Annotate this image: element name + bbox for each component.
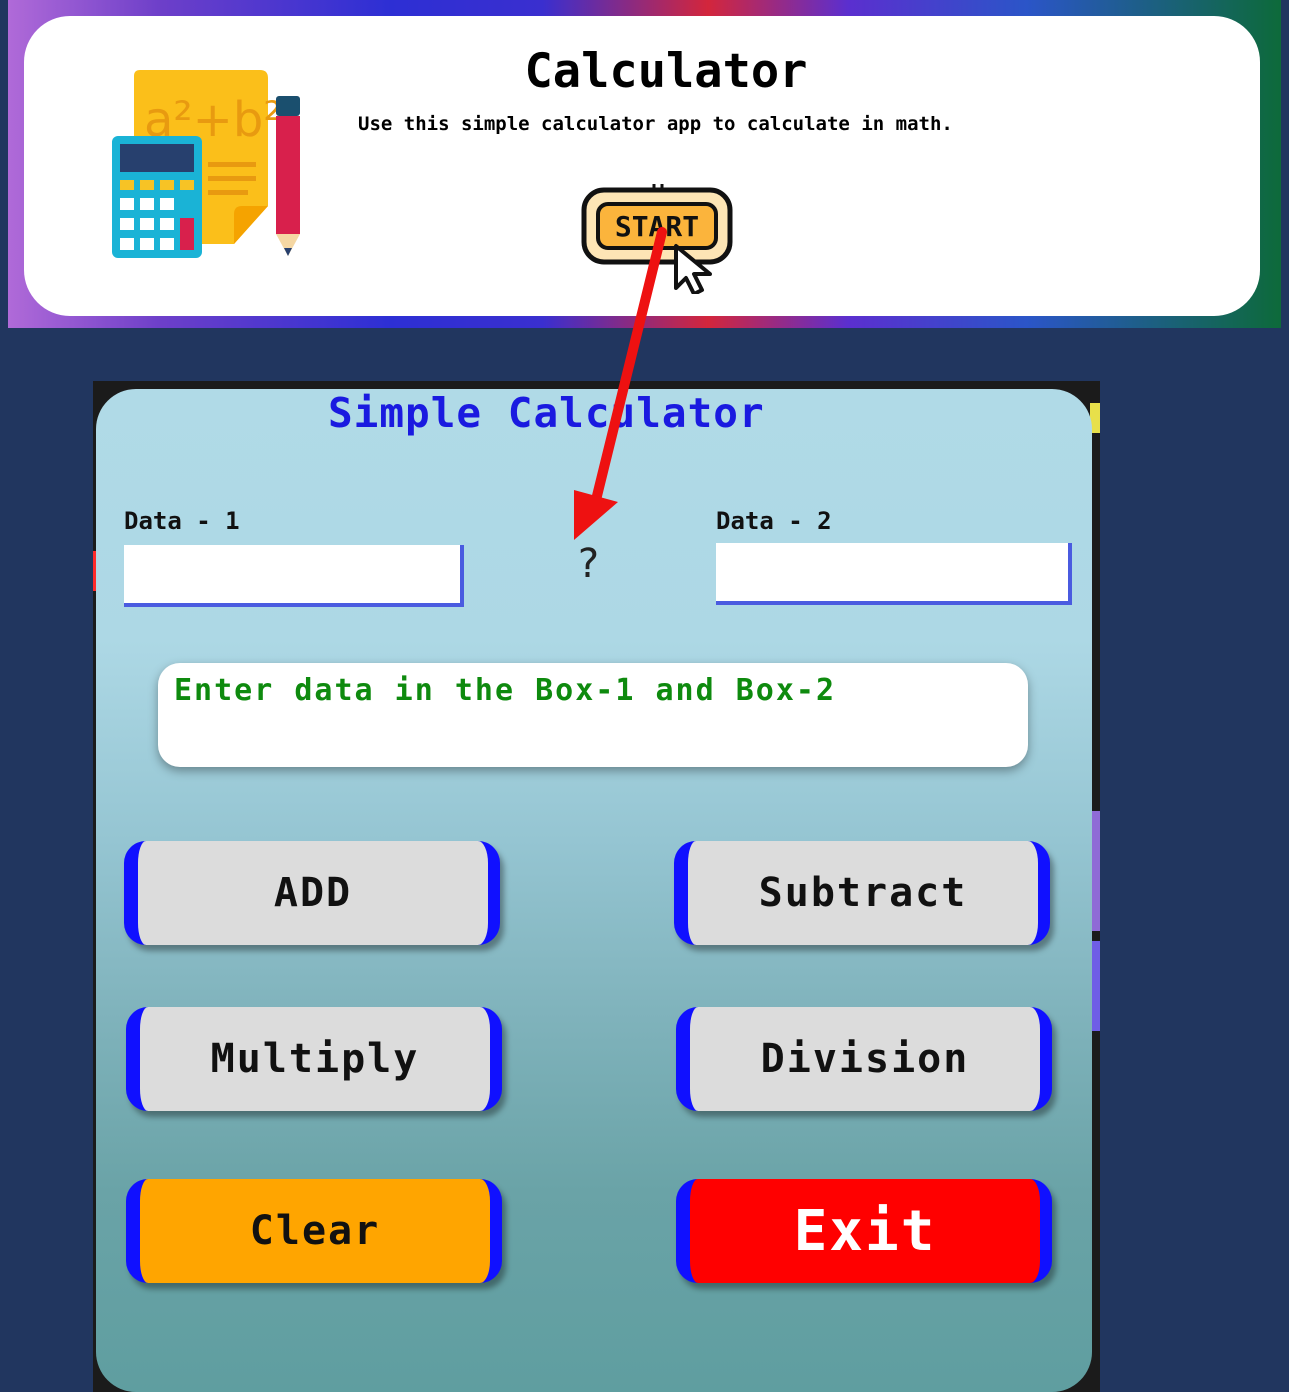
- start-button[interactable]: START: [578, 184, 738, 296]
- clear-button[interactable]: Clear: [126, 1179, 502, 1283]
- division-button[interactable]: Division: [676, 1007, 1052, 1111]
- data1-label: Data - 1: [124, 507, 240, 535]
- multiply-button[interactable]: Multiply: [126, 1007, 502, 1111]
- calculator-logo-icon: a²+b²: [112, 70, 300, 258]
- data2-label: Data - 2: [716, 507, 832, 535]
- calculator-panel: Simple Calculator Data - 1 ? Data - 2 En…: [96, 389, 1092, 1392]
- data2-input[interactable]: [716, 543, 1072, 605]
- exit-button[interactable]: Exit: [676, 1179, 1052, 1283]
- start-button-graphic: START: [581, 184, 733, 296]
- subtract-button[interactable]: Subtract: [674, 841, 1050, 945]
- calculator-title: Simple Calculator: [328, 389, 765, 437]
- add-button[interactable]: ADD: [124, 841, 500, 945]
- operator-indicator: ?: [576, 541, 601, 587]
- result-message-box: Enter data in the Box-1 and Box-2: [158, 663, 1028, 767]
- data1-input[interactable]: [124, 545, 464, 607]
- banner-subtitle: Use this simple calculator app to calcul…: [358, 113, 953, 135]
- start-label: START: [615, 210, 699, 243]
